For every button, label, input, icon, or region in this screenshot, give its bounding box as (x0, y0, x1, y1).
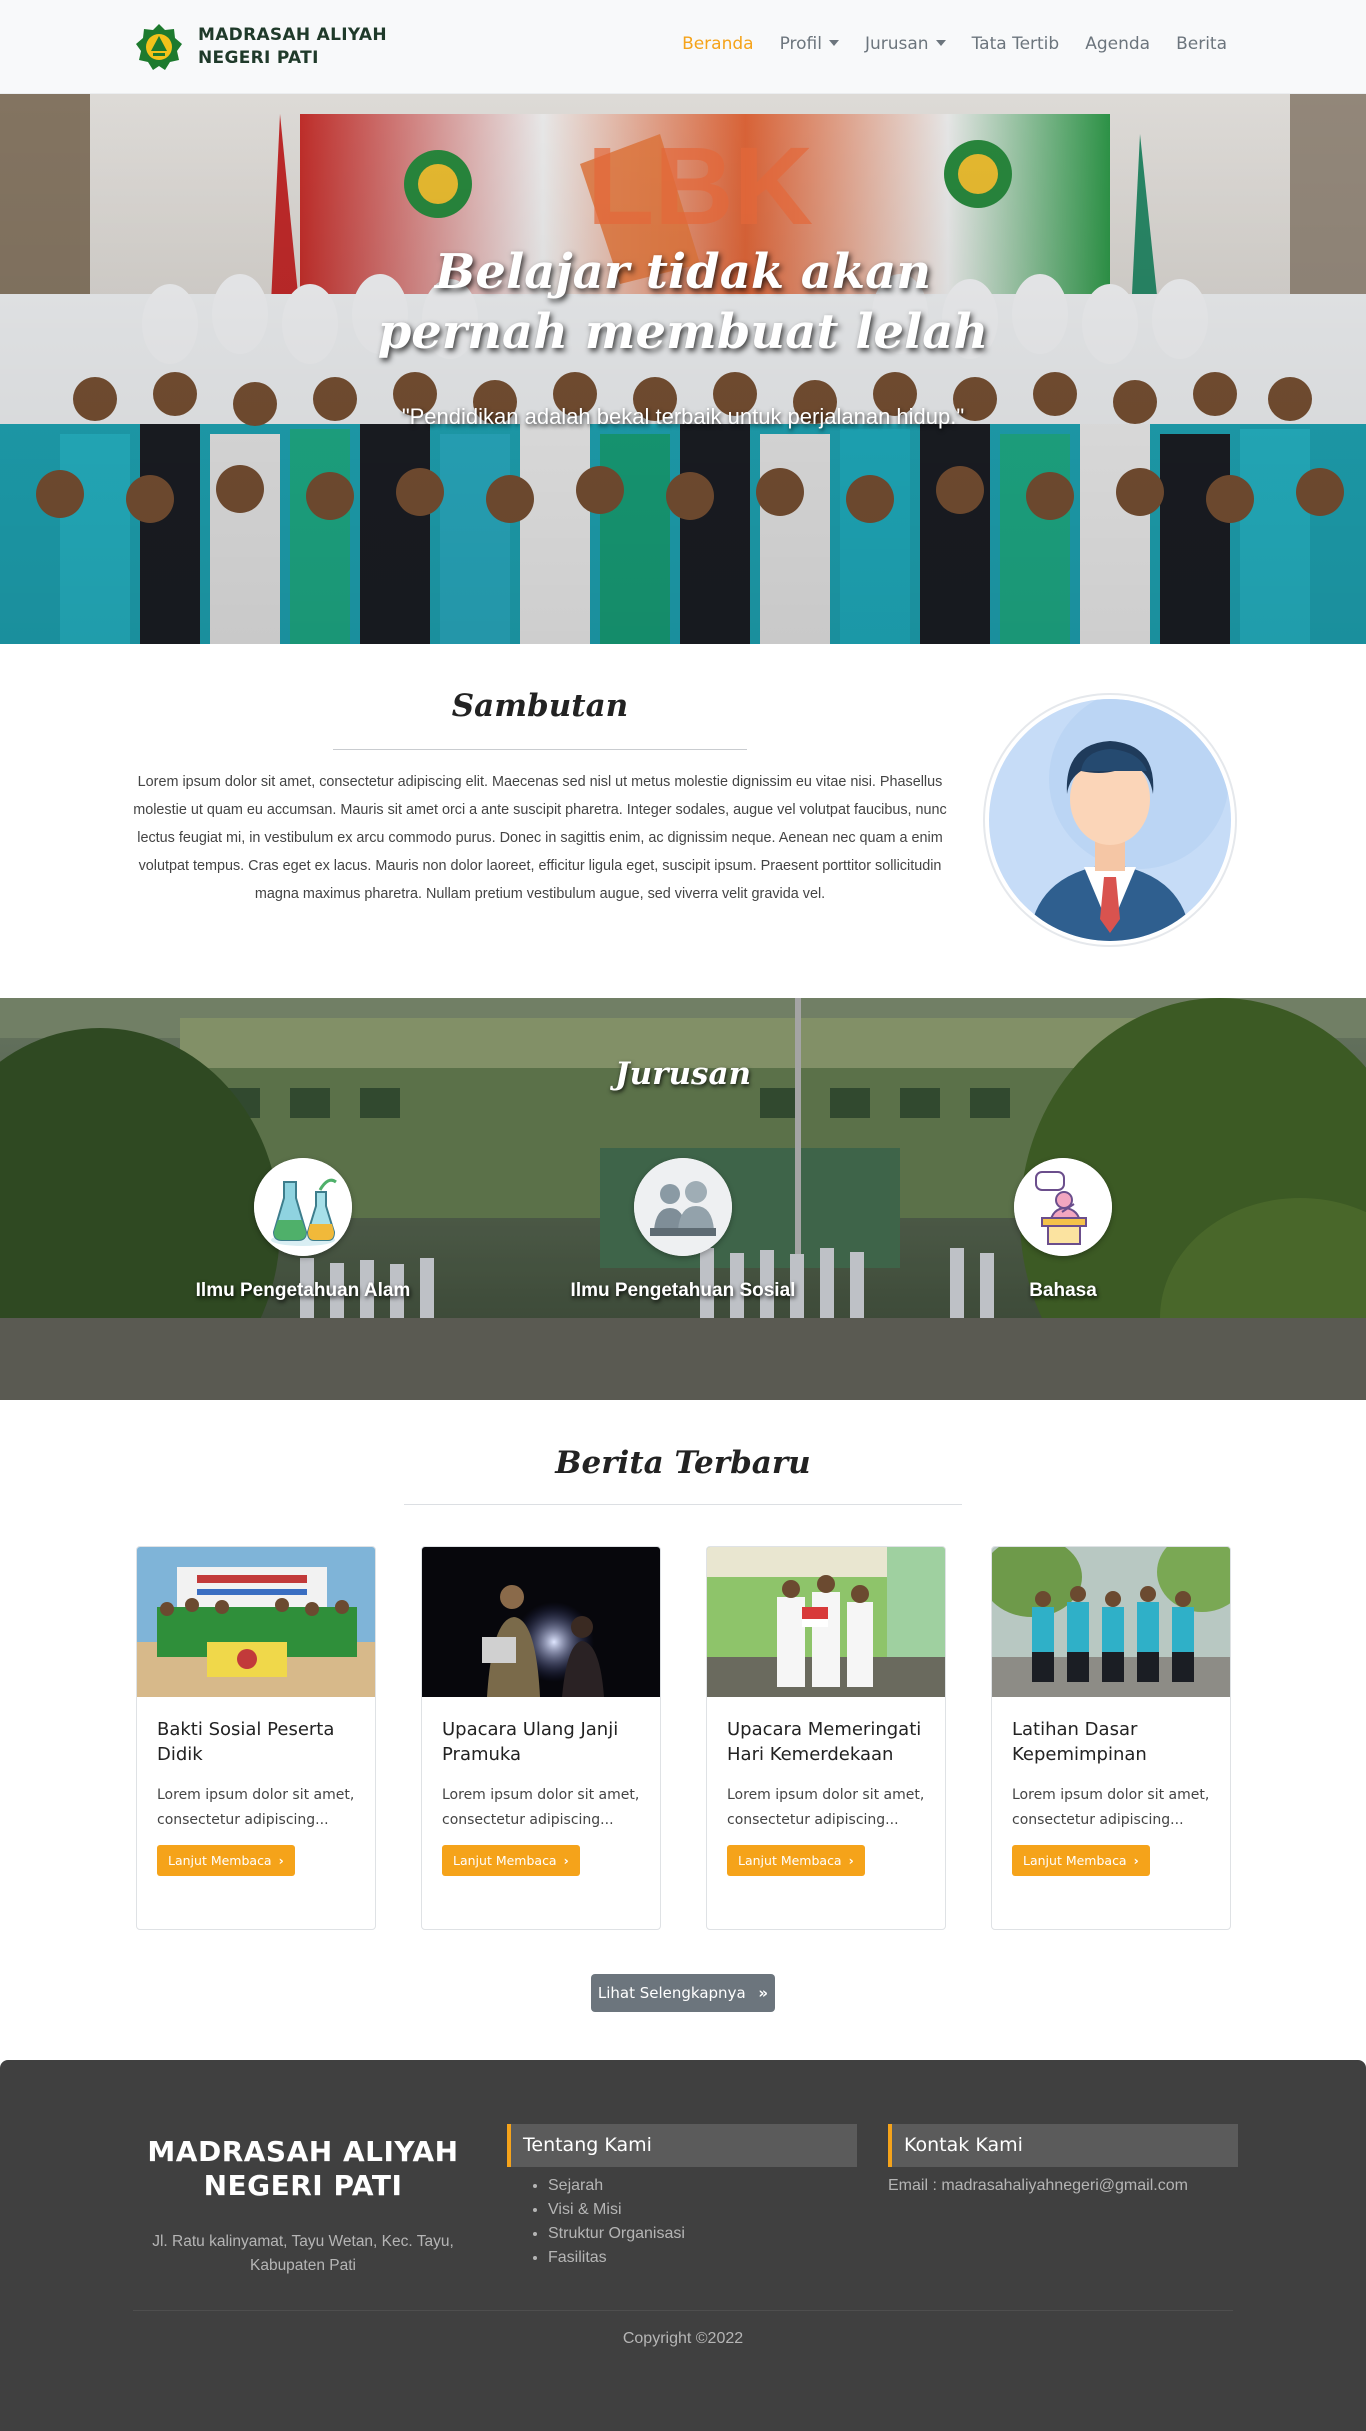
see-more-label: Lihat Selengkapnya (597, 1984, 746, 2002)
hero-banner: LBK Belajar tidak akan pernah membuat le… (0, 94, 1366, 644)
read-more-button[interactable]: Lanjut Membaca › (157, 1845, 295, 1876)
hero-title: Belajar tidak akan pernah membuat lelah (377, 244, 989, 360)
sambutan-text: Lorem ipsum dolor sit amet, consectetur … (133, 774, 947, 902)
news-card: Upacara Ulang Janji Pramuka Lorem ipsum … (421, 1546, 661, 1930)
nav-beranda[interactable]: Beranda (682, 34, 754, 54)
speaker-podium-icon (1014, 1158, 1112, 1256)
news-card-title[interactable]: Latihan Dasar Kepemimpinan (1012, 1717, 1212, 1767)
chevron-right-icon: › (848, 1853, 854, 1868)
news-card-title[interactable]: Upacara Memeringati Hari Kemerdekaan (727, 1717, 927, 1767)
news-card: Latihan Dasar Kepemimpinan Lorem ipsum d… (991, 1546, 1231, 1930)
read-more-button[interactable]: Lanjut Membaca › (1012, 1845, 1150, 1876)
person-avatar-icon (989, 699, 1231, 941)
hero-subtitle: "Pendidikan adalah bekal terbaik untuk p… (401, 404, 965, 429)
news-card: Bakti Sosial Peserta Didik Lorem ipsum d… (136, 1546, 376, 1930)
berita-title: Berita Terbaru (555, 1445, 811, 1481)
footer-about-heading: Tentang Kami (507, 2124, 857, 2167)
jurusan-item-ips[interactable]: Ilmu Pengetahuan Sosial (533, 1158, 833, 1302)
news-card-excerpt: Lorem ipsum dolor sit amet, consectetur … (157, 1787, 355, 1828)
jurusan-label-ips: Ilmu Pengetahuan Sosial (570, 1280, 796, 1301)
footer-about-links: Sejarah Visi & Misi Struktur Organisasi … (548, 2174, 685, 2270)
jurusan-title: Jurusan (614, 1056, 752, 1092)
hero-banner-text: LBK (587, 125, 813, 248)
nav-profil-label: Profil (779, 34, 822, 54)
footer: MADRASAH ALIYAH NEGERI PATI Jl. Ratu kal… (0, 2060, 1366, 2431)
footer-email[interactable]: Email : madrasahaliyahnegeri@gmail.com (888, 2174, 1188, 2198)
chevron-right-icon: › (1133, 1853, 1139, 1868)
read-more-button[interactable]: Lanjut Membaca › (727, 1845, 865, 1876)
people-icon (634, 1158, 732, 1256)
news-photo-pramuka[interactable] (422, 1547, 660, 1697)
jurusan-label-bahasa: Bahasa (1029, 1280, 1097, 1301)
sambutan-title: Sambutan (451, 688, 629, 724)
read-more-label: Lanjut Membaca (738, 1853, 842, 1868)
news-card-title[interactable]: Bakti Sosial Peserta Didik (157, 1717, 357, 1767)
footer-address: Jl. Ratu kalinyamat, Tayu Wetan, Kec. Ta… (152, 2233, 454, 2274)
chemistry-flask-icon (254, 1158, 352, 1256)
brand[interactable]: MADRASAH ALIYAH NEGERI PATI (134, 22, 387, 72)
principal-avatar (983, 693, 1237, 947)
read-more-button[interactable]: Lanjut Membaca › (442, 1845, 580, 1876)
nav-berita[interactable]: Berita (1176, 34, 1227, 54)
footer-copyright: Copyright ©2022 (622, 2330, 744, 2347)
chevron-right-icon: › (563, 1853, 569, 1868)
berita-divider (404, 1504, 962, 1505)
jurusan-label-ipa: Ilmu Pengetahuan Alam (195, 1280, 411, 1301)
news-card-excerpt: Lorem ipsum dolor sit amet, consectetur … (442, 1787, 640, 1828)
caret-down-icon (935, 40, 946, 46)
jurusan-item-ipa[interactable]: Ilmu Pengetahuan Alam (153, 1158, 453, 1302)
read-more-label: Lanjut Membaca (1023, 1853, 1127, 1868)
jurusan-section: Jurusan Ilmu Pengetahuan Alam Ilmu Penge… (0, 998, 1366, 1400)
see-more-button[interactable]: Lihat Selengkapnya » (591, 1974, 775, 2012)
footer-link-struktur[interactable]: Struktur Organisasi (548, 2222, 685, 2246)
news-photo-kepemimpinan[interactable] (992, 1547, 1230, 1697)
footer-brand-line2: NEGERI PATI (203, 2169, 403, 2202)
nav-jurusan-dropdown[interactable]: Jurusan (865, 34, 946, 54)
nav-jurusan-label: Jurusan (864, 34, 929, 54)
double-chevron-right-icon: » (758, 1984, 769, 2002)
navbar: MADRASAH ALIYAH NEGERI PATI Beranda Prof… (0, 0, 1366, 94)
footer-link-fasilitas[interactable]: Fasilitas (548, 2246, 685, 2270)
nav-profil-dropdown[interactable]: Profil (780, 34, 839, 54)
hero-photo: LBK (0, 94, 1366, 644)
caret-down-icon (828, 40, 839, 46)
news-card-title[interactable]: Upacara Ulang Janji Pramuka (442, 1717, 642, 1767)
madrasah-logo-icon (136, 24, 182, 70)
news-photo-bakti-sosial[interactable] (137, 1547, 375, 1697)
footer-link-visi-misi[interactable]: Visi & Misi (548, 2198, 685, 2222)
footer-divider (133, 2310, 1233, 2311)
news-photo-kemerdekaan[interactable] (707, 1547, 945, 1697)
news-card-excerpt: Lorem ipsum dolor sit amet, consectetur … (1012, 1787, 1210, 1828)
footer-contact-heading: Kontak Kami (888, 2124, 1238, 2167)
footer-link-sejarah[interactable]: Sejarah (548, 2174, 685, 2198)
read-more-label: Lanjut Membaca (168, 1853, 272, 1868)
brand-name-line1: MADRASAH ALIYAH (198, 25, 387, 45)
chevron-right-icon: › (278, 1853, 284, 1868)
news-card-excerpt: Lorem ipsum dolor sit amet, consectetur … (727, 1787, 925, 1828)
footer-brand: MADRASAH ALIYAH NEGERI PATI (133, 2135, 473, 2203)
news-card: Upacara Memeringati Hari Kemerdekaan Lor… (706, 1546, 946, 1930)
sambutan-divider (333, 749, 747, 750)
jurusan-item-bahasa[interactable]: Bahasa (913, 1158, 1213, 1302)
nav-tata-tertib[interactable]: Tata Tertib (972, 34, 1060, 54)
brand-name-line2: NEGERI PATI (198, 48, 319, 68)
nav-agenda[interactable]: Agenda (1085, 34, 1150, 54)
main-nav: Beranda Profil Jurusan Tata Tertib Agend… (656, 34, 1227, 54)
footer-brand-line1: MADRASAH ALIYAH (147, 2135, 459, 2168)
read-more-label: Lanjut Membaca (453, 1853, 557, 1868)
